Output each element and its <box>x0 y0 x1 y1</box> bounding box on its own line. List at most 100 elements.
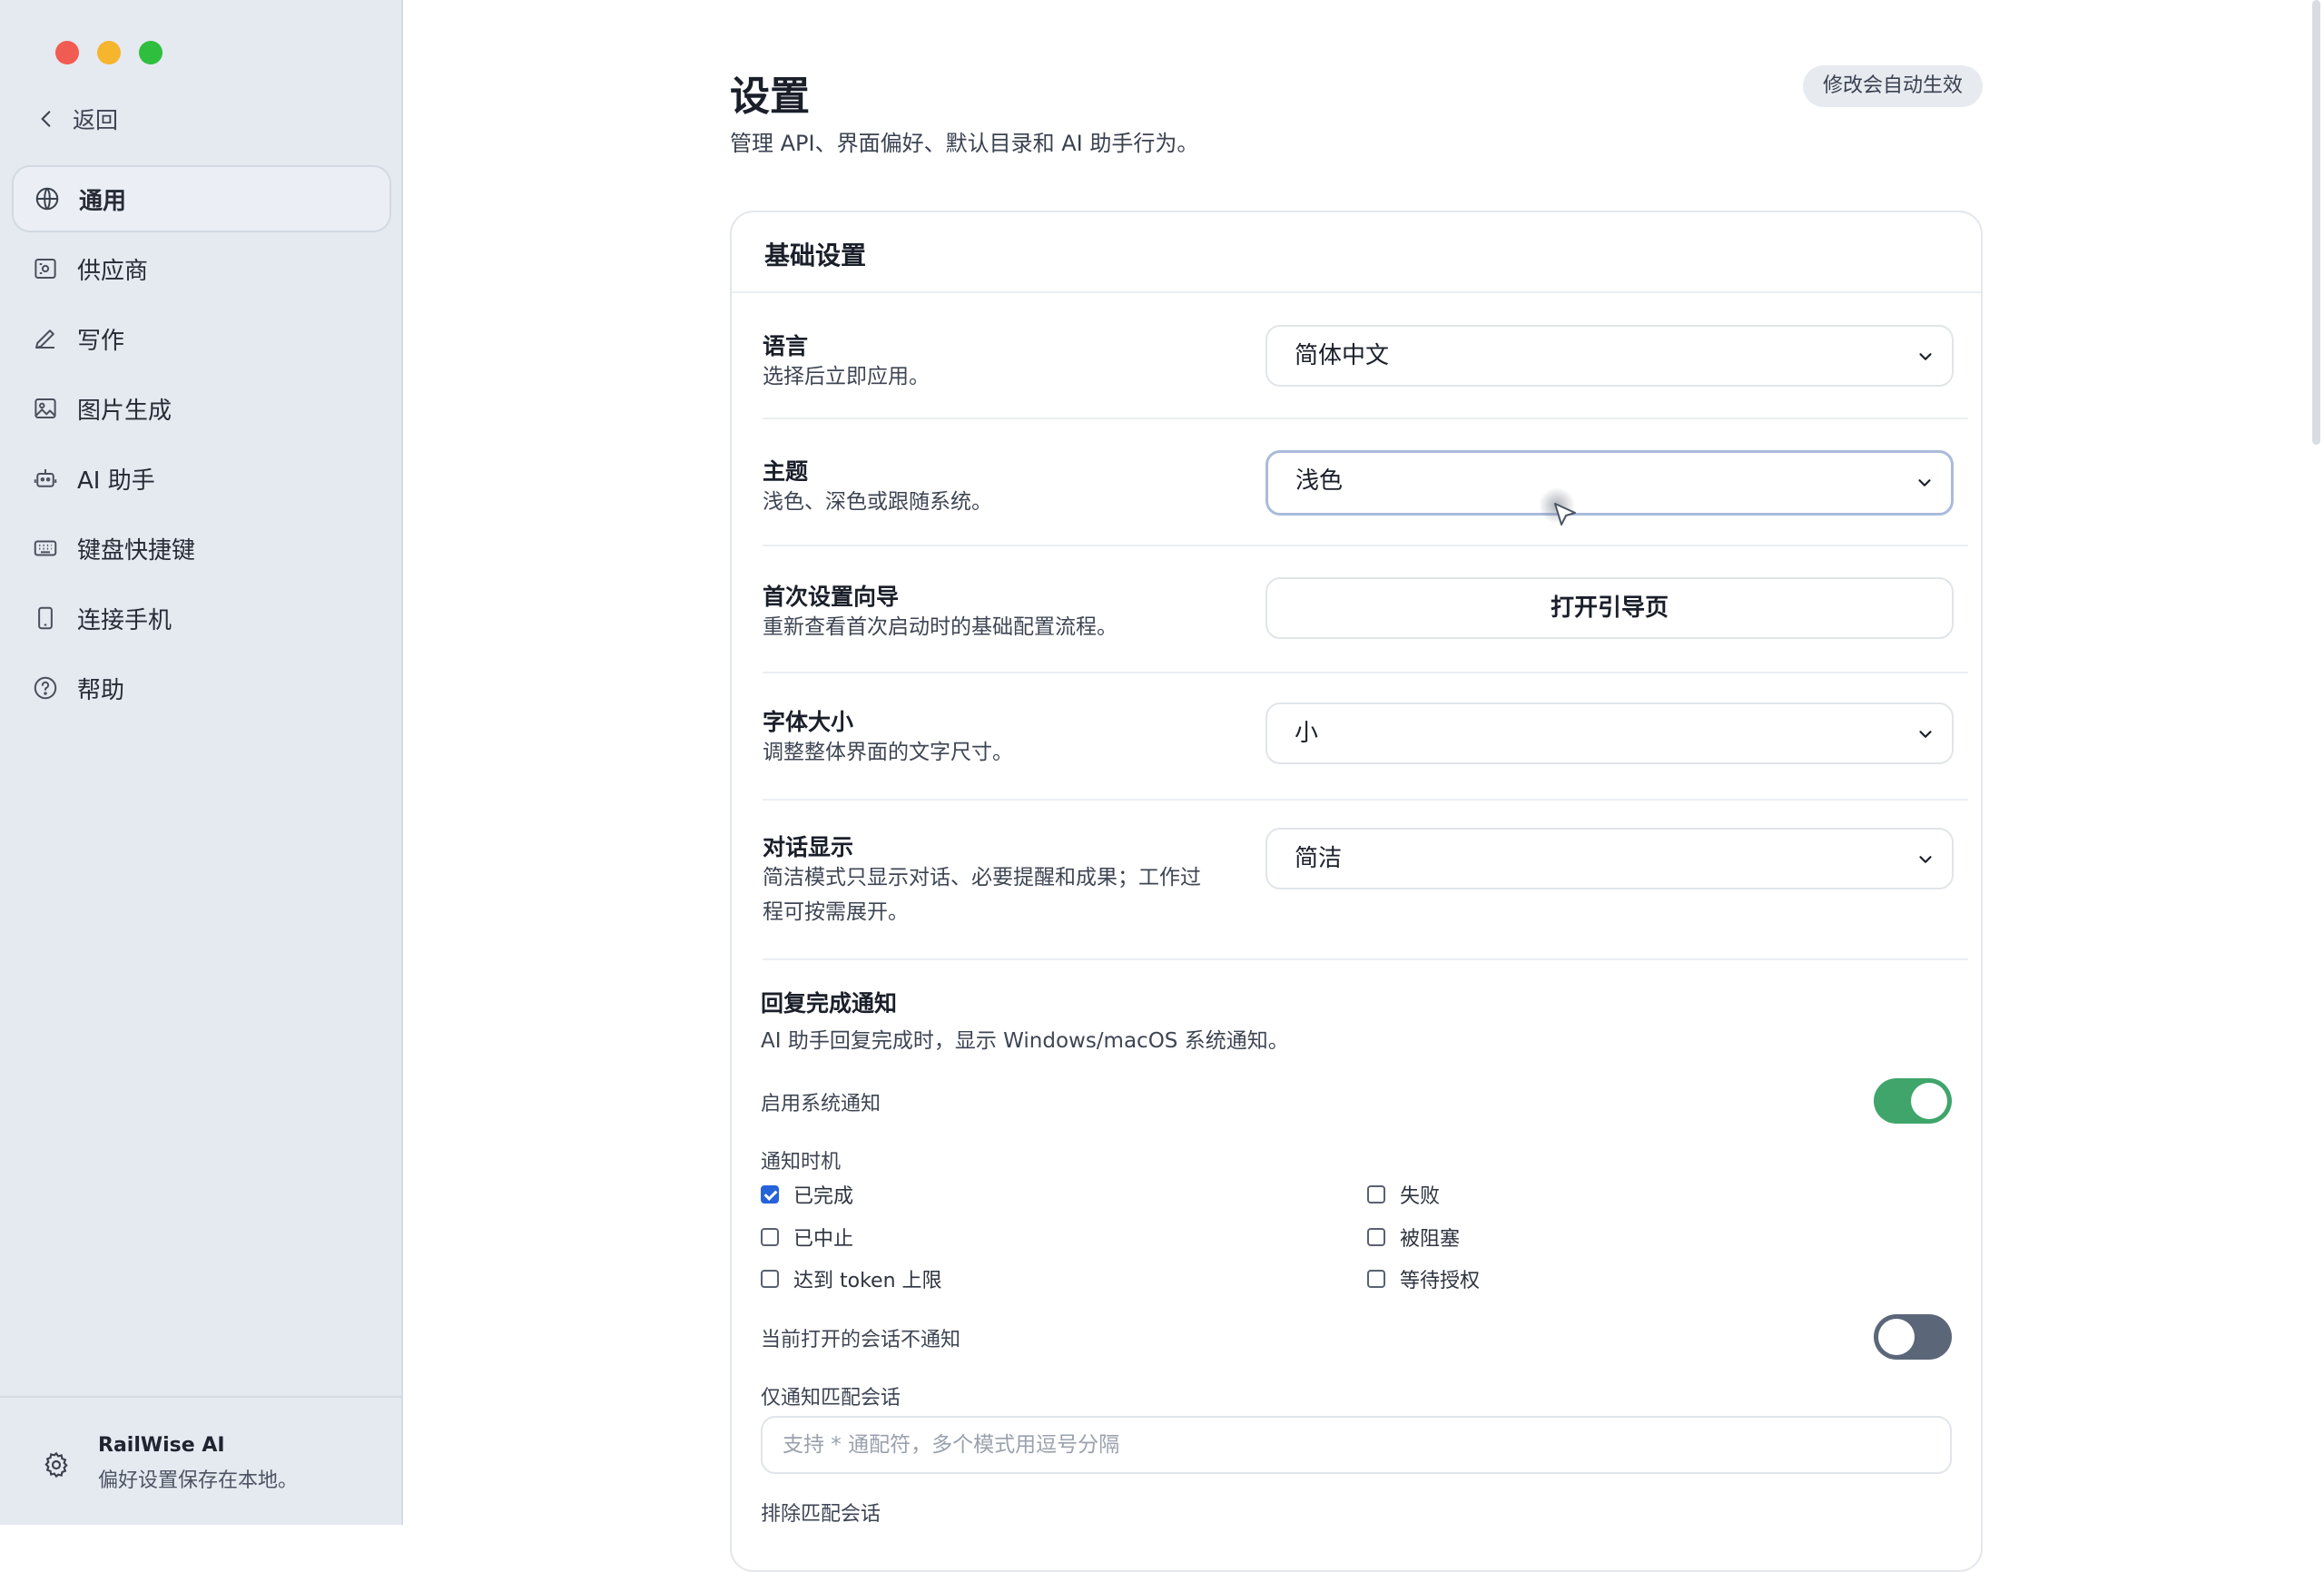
timing-token-limit-checkbox[interactable]: 达到 token 上限 <box>761 1264 942 1293</box>
chevron-down-icon <box>1919 353 1932 360</box>
checkbox-label: 已完成 <box>793 1185 854 1208</box>
chat-display-row: 对话显示 简洁模式只显示对话、必要提醒和成果；工作过 程可按需展开。 简洁 <box>763 801 1968 960</box>
sidebar-item-writing[interactable]: 写作 <box>12 305 391 372</box>
window-controls <box>55 41 162 64</box>
chat-display-select[interactable]: 简洁 <box>1265 828 1954 889</box>
match-sessions-input[interactable] <box>761 1416 1952 1474</box>
sidebar-item-label: 连接手机 <box>77 606 172 634</box>
scrollbar[interactable] <box>2312 0 2320 445</box>
sidebar-item-connect-phone[interactable]: 连接手机 <box>12 585 391 652</box>
font-size-label: 字体大小 <box>763 709 854 735</box>
sidebar-item-label: 键盘快捷键 <box>77 536 196 565</box>
font-size-select[interactable]: 小 <box>1265 702 1954 764</box>
back-button[interactable]: 返回 <box>34 103 118 135</box>
storage-note: 偏好设置保存在本地。 <box>98 1469 299 1492</box>
open-guide-button[interactable]: 打开引导页 <box>1265 577 1954 639</box>
theme-select[interactable]: 浅色 <box>1265 450 1954 516</box>
sidebar-item-label: 供应商 <box>77 257 149 285</box>
basic-settings-card: 基础设置 语言 选择后立即应用。 简体中文 主题 浅色、深色或跟随系统。 浅色 … <box>730 211 1983 1572</box>
checkbox-label: 失败 <box>1400 1185 1441 1208</box>
theme-desc: 浅色、深色或跟随系统。 <box>763 490 992 514</box>
sidebar-item-providers[interactable]: 供应商 <box>12 235 391 302</box>
timing-completed-checkbox[interactable]: 已完成 <box>761 1180 853 1209</box>
keyboard-icon <box>34 540 57 556</box>
checkbox-label: 被阻塞 <box>1400 1228 1461 1251</box>
setup-wizard-label: 首次设置向导 <box>763 584 900 610</box>
chat-display-value: 简洁 <box>1295 845 1343 872</box>
font-size-desc: 调整整体界面的文字尺寸。 <box>763 741 1013 764</box>
notify-timing-label: 通知时机 <box>761 1151 842 1174</box>
checkbox-label: 等待授权 <box>1400 1270 1481 1292</box>
robot-icon <box>34 469 57 487</box>
sidebar-item-image-generation[interactable]: 图片生成 <box>12 375 391 442</box>
enable-notify-label: 启用系统通知 <box>761 1093 881 1115</box>
setup-wizard-row: 首次设置向导 重新查看首次启动时的基础配置流程。 打开引导页 <box>763 546 1968 673</box>
minimize-window-button[interactable] <box>97 41 121 64</box>
sidebar-item-label: 写作 <box>77 327 125 355</box>
sidebar-item-label: AI 助手 <box>77 467 155 495</box>
globe-icon <box>35 187 59 211</box>
toggle-knob <box>1878 1319 1915 1355</box>
language-value: 简体中文 <box>1295 342 1390 369</box>
suppress-open-label: 当前打开的会话不通知 <box>761 1329 961 1351</box>
gear-icon[interactable] <box>42 1450 71 1479</box>
chevron-down-icon <box>1919 731 1932 738</box>
sidebar: 返回 通用 供应商 写作 图片生成 AI 助手 键盘快捷键 连接手机 帮助 Ra… <box>0 0 403 1525</box>
card-title: 基础设置 <box>764 241 867 270</box>
sidebar-nav: 通用 供应商 写作 图片生成 AI 助手 键盘快捷键 连接手机 帮助 <box>12 165 391 724</box>
mouse-cursor-icon <box>1539 487 1576 526</box>
timing-aborted-checkbox[interactable]: 已中止 <box>761 1223 853 1252</box>
language-desc: 选择后立即应用。 <box>763 365 930 388</box>
notify-title: 回复完成通知 <box>761 990 898 1017</box>
image-icon <box>34 398 56 418</box>
setup-wizard-desc: 重新查看首次启动时的基础配置流程。 <box>763 615 1118 639</box>
exclude-sessions-label: 排除匹配会话 <box>761 1503 881 1526</box>
language-row: 语言 选择后立即应用。 简体中文 <box>763 292 1968 419</box>
sidebar-item-label: 帮助 <box>77 676 125 704</box>
chat-display-desc-line: 简洁模式只显示对话、必要提醒和成果；工作过 <box>763 866 1201 889</box>
toggle-knob <box>1911 1083 1947 1119</box>
font-size-row: 字体大小 调整整体界面的文字尺寸。 小 <box>763 673 1968 801</box>
language-select[interactable]: 简体中文 <box>1265 325 1954 387</box>
chevron-left-icon <box>41 111 51 127</box>
match-sessions-label: 仅通知匹配会话 <box>761 1387 901 1410</box>
help-icon <box>34 676 57 700</box>
notify-desc: AI 助手回复完成时，显示 Windows/macOS 系统通知。 <box>761 1029 1289 1053</box>
timing-blocked-checkbox[interactable]: 被阻塞 <box>1367 1223 1460 1252</box>
page-title: 设置 <box>730 74 810 120</box>
back-label: 返回 <box>73 107 119 133</box>
chevron-down-icon <box>1919 856 1932 863</box>
sidebar-item-keyboard-shortcuts[interactable]: 键盘快捷键 <box>12 515 391 582</box>
font-size-value: 小 <box>1295 720 1319 747</box>
sidebar-item-general[interactable]: 通用 <box>12 165 391 232</box>
sidebar-footer: RailWise AI 偏好设置保存在本地。 <box>0 1396 401 1525</box>
checkbox-label: 已中止 <box>793 1228 854 1251</box>
chevron-down-icon <box>1918 479 1931 486</box>
autosave-badge: 修改会自动生效 <box>1802 65 1983 107</box>
sidebar-item-help[interactable]: 帮助 <box>12 654 391 722</box>
chat-display-desc-line: 程可按需展开。 <box>763 900 909 924</box>
timing-failed-checkbox[interactable]: 失败 <box>1367 1180 1440 1209</box>
checkbox-box <box>1367 1270 1385 1288</box>
chat-display-desc: 简洁模式只显示对话、必要提醒和成果；工作过 程可按需展开。 <box>763 860 1235 929</box>
theme-label: 主题 <box>763 458 809 485</box>
phone-icon <box>38 606 53 630</box>
checkbox-box <box>761 1270 779 1288</box>
pencil-icon <box>35 329 54 349</box>
page-subtitle: 管理 API、界面偏好、默认目录和 AI 助手行为。 <box>730 131 1199 156</box>
close-window-button[interactable] <box>55 41 79 64</box>
checkbox-box <box>1367 1228 1385 1246</box>
provider-icon <box>34 259 56 279</box>
suppress-open-toggle[interactable] <box>1874 1314 1952 1360</box>
language-label: 语言 <box>763 333 809 359</box>
timing-awaiting-auth-checkbox[interactable]: 等待授权 <box>1367 1264 1480 1293</box>
checkbox-box <box>1367 1185 1385 1204</box>
enable-notify-toggle[interactable] <box>1874 1078 1952 1124</box>
chat-display-label: 对话显示 <box>763 834 854 860</box>
checkbox-box <box>761 1185 779 1204</box>
sidebar-item-ai-assistant[interactable]: AI 助手 <box>12 445 391 512</box>
app-name: RailWise AI <box>98 1434 225 1457</box>
maximize-window-button[interactable] <box>139 41 162 64</box>
checkbox-label: 达到 token 上限 <box>793 1270 942 1292</box>
checkbox-box <box>761 1228 779 1246</box>
